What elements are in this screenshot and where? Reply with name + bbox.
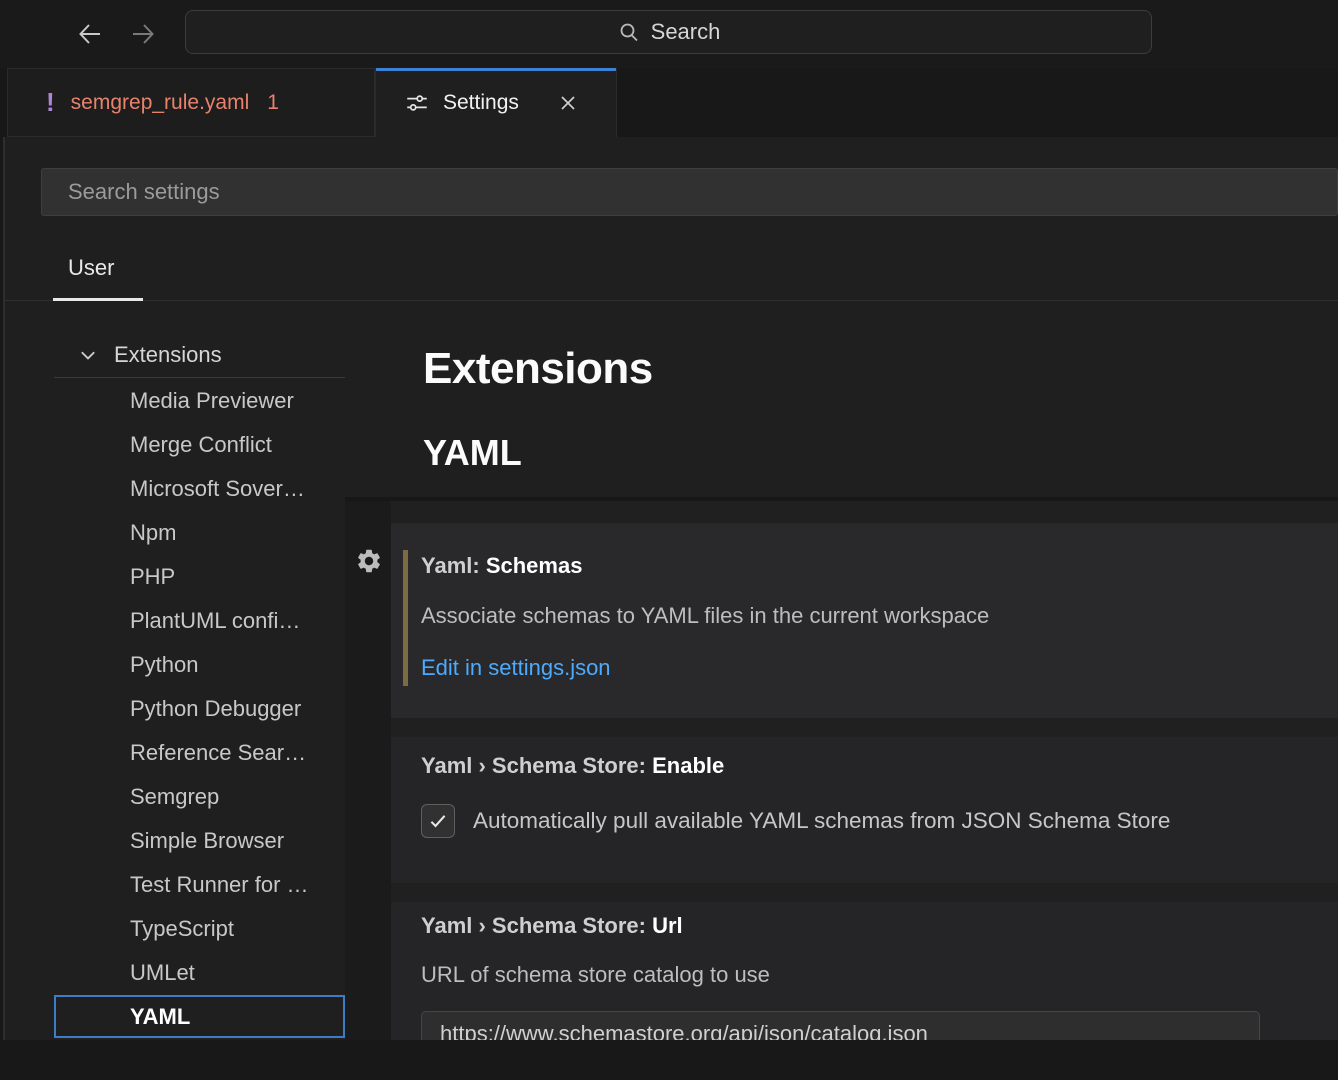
tree-item-test-runner[interactable]: Test Runner for … [54,863,345,907]
command-center-search[interactable]: Search [185,10,1152,54]
tab-label: semgrep_rule.yaml [71,91,250,115]
tree-item-python-debugger[interactable]: Python Debugger [54,687,345,731]
checkbox-label: Automatically pull available YAML schema… [473,808,1170,834]
tree-item-umlet[interactable]: UMLet [54,951,345,995]
settings-toc-tree: Media Previewer Merge Conflict Microsoft… [5,379,345,1038]
back-arrow-icon[interactable] [74,18,106,50]
scope-bar-border [5,300,1338,301]
tree-item-semgrep[interactable]: Semgrep [54,775,345,819]
tab-semgrep-rule-yaml[interactable]: ! semgrep_rule.yaml 1 [7,68,375,137]
tree-item-npm[interactable]: Npm [54,511,345,555]
modified-indicator [403,550,408,686]
edit-in-settings-json-link[interactable]: Edit in settings.json [421,655,611,681]
command-center-label: Search [651,19,721,45]
scope-tab-user[interactable]: User [68,255,114,281]
settings-category-heading: Extensions [423,344,653,394]
tree-item-plantuml[interactable]: PlantUML confi… [54,599,345,643]
setting-title-name: Schemas [486,553,583,578]
search-icon [617,20,641,44]
setting-row-schema-store-url: Yaml › Schema Store: Url URL of schema s… [391,902,1338,1052]
tree-item-reference-search[interactable]: Reference Sear… [54,731,345,775]
gear-icon[interactable] [355,547,383,575]
tab-settings[interactable]: Settings [375,68,617,137]
tree-item-microsoft-sovereign[interactable]: Microsoft Sover… [54,467,345,511]
chevron-down-icon [77,344,99,366]
settings-search-input[interactable] [41,168,1338,216]
tree-item-python[interactable]: Python [54,643,345,687]
tree-item-typescript[interactable]: TypeScript [54,907,345,951]
setting-title: Yaml › Schema Store: Url [391,902,1338,939]
setting-title: Yaml: Schemas [391,523,1338,579]
titlebar: Search [0,0,1338,68]
scope-tab-active-underline [53,298,143,301]
settings-list-gutter [345,501,391,1040]
close-icon[interactable] [556,91,580,115]
bottom-chrome-strip [0,1040,1338,1080]
tree-root-label: Extensions [114,342,222,368]
tab-problem-badge: 1 [267,91,279,115]
settings-section-heading: YAML [423,432,522,474]
vscode-window: Search ! semgrep_rule.yaml 1 Settings [0,0,1338,1080]
setting-title-prefix: Yaml: [421,553,486,578]
setting-title-name: Enable [652,753,724,778]
forward-arrow-icon[interactable] [127,18,159,50]
tree-item-yaml-selected[interactable]: YAML [54,995,345,1038]
setting-title-prefix: Yaml › Schema Store: [421,753,652,778]
yaml-warning-file-icon: ! [46,87,55,118]
setting-title-name: Url [652,913,683,938]
setting-description: URL of schema store catalog to use [391,962,1338,988]
sliders-icon [404,90,430,116]
setting-description: Associate schemas to YAML files in the c… [391,603,1338,629]
setting-row-yaml-schemas: Yaml: Schemas Associate schemas to YAML … [391,523,1338,718]
tree-item-media-previewer[interactable]: Media Previewer [54,379,345,423]
tab-label: Settings [443,91,519,115]
tree-item-php[interactable]: PHP [54,555,345,599]
tree-item-simple-browser[interactable]: Simple Browser [54,819,345,863]
setting-row-schema-store-enable: Yaml › Schema Store: Enable Automaticall… [391,737,1338,883]
tree-item-merge-conflict[interactable]: Merge Conflict [54,423,345,467]
tree-sticky-border [54,377,345,378]
schema-store-enable-checkbox[interactable] [421,804,455,838]
editor-tabs: ! semgrep_rule.yaml 1 Settings [0,68,1338,137]
setting-title: Yaml › Schema Store: Enable [391,737,1338,779]
setting-title-prefix: Yaml › Schema Store: [421,913,652,938]
tree-root-extensions[interactable]: Extensions [5,332,345,378]
